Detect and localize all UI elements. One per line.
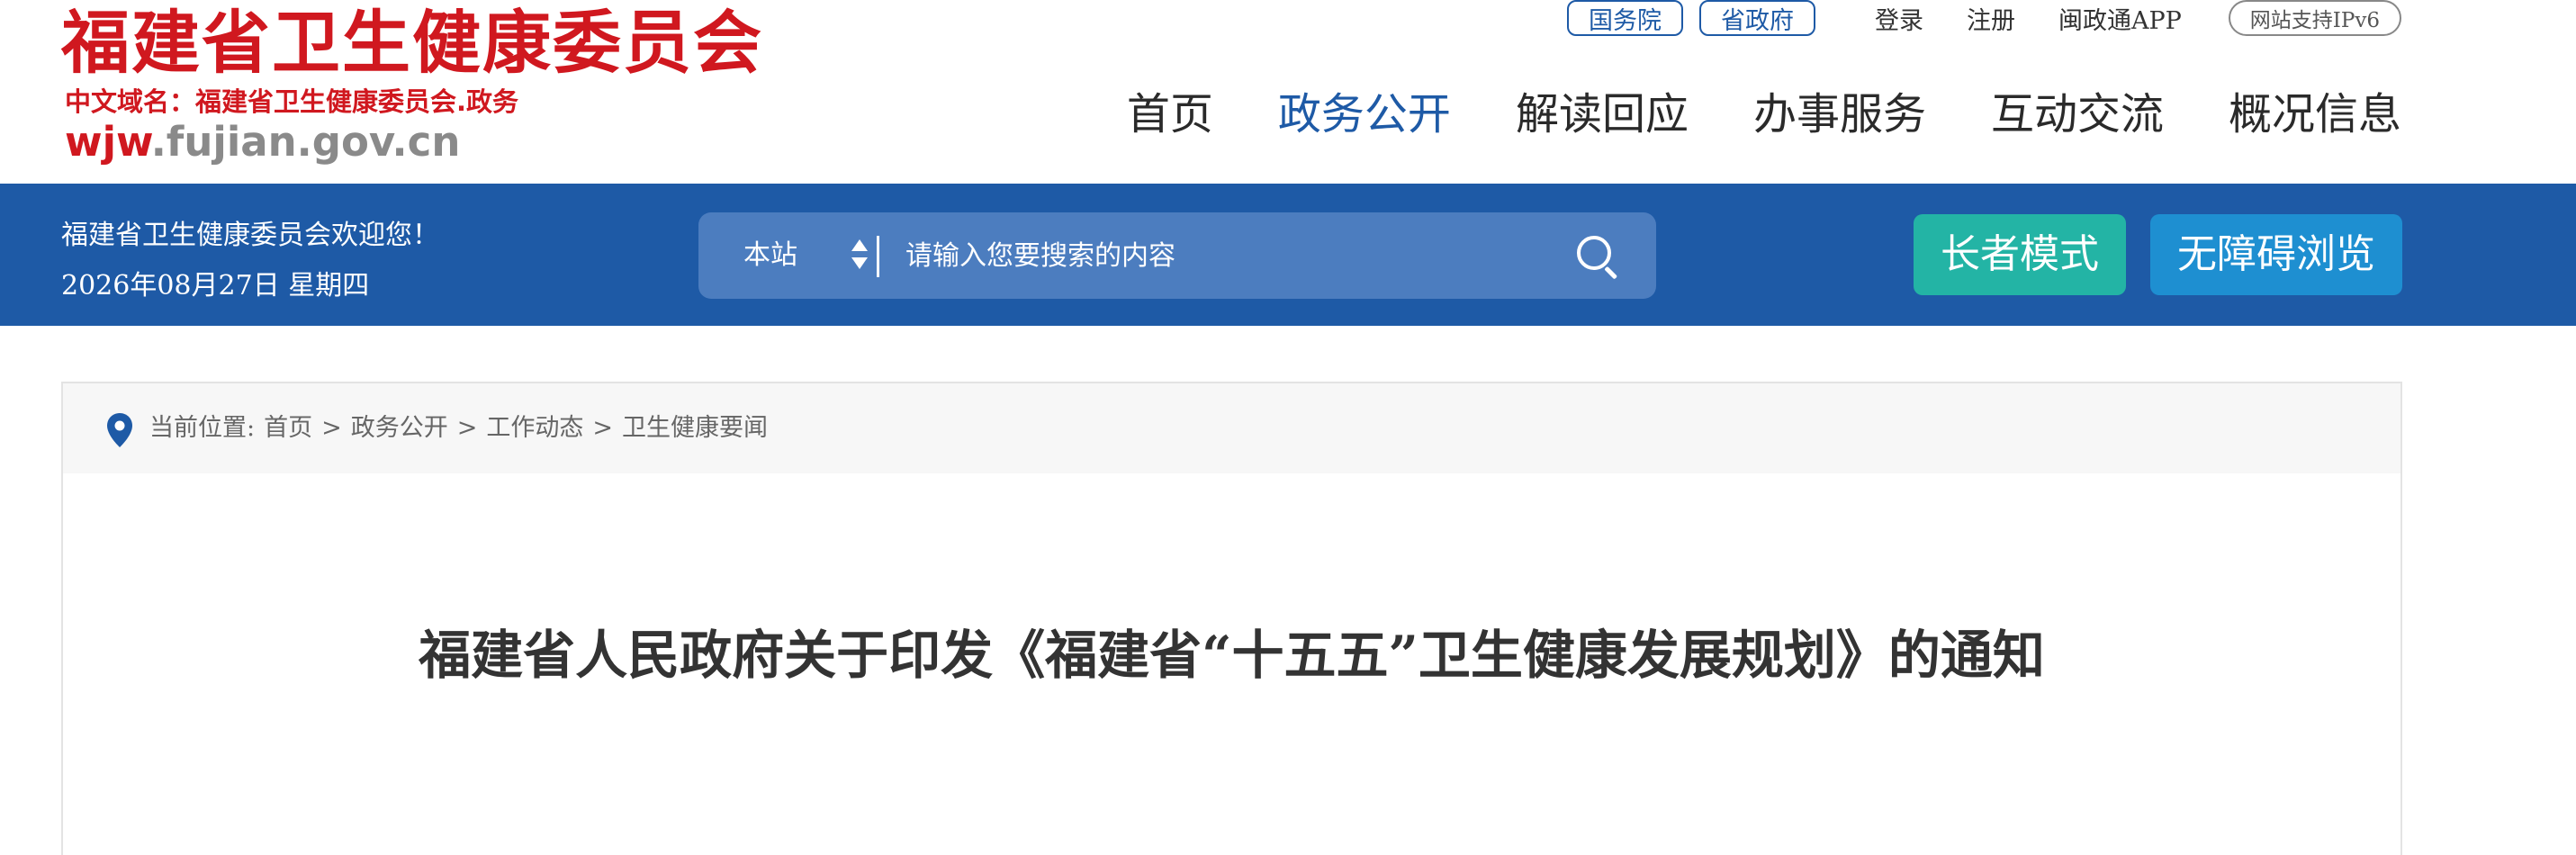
breadcrumb-gov-affairs[interactable]: 政务公开: [351, 383, 448, 473]
nav-services[interactable]: 办事服务: [1753, 83, 1926, 146]
location-pin-icon: [106, 412, 133, 448]
provincial-gov-link[interactable]: 省政府: [1698, 0, 1815, 36]
welcome-block: 福建省卫生健康委员会欢迎您！ 2026年08月27日 星期四: [61, 211, 439, 311]
search-input[interactable]: [905, 229, 1536, 283]
breadcrumb-bar: 当前位置: 首页 > 政务公开 > 工作动态 > 卫生健康要闻: [63, 383, 2400, 473]
nav-interaction[interactable]: 互动交流: [1991, 83, 2164, 146]
logo-subtitle: 中文域名：福建省卫生健康委员会.政务: [65, 86, 519, 117]
search-box: 本站: [698, 212, 1656, 299]
breadcrumb-separator: >: [456, 414, 478, 442]
nav-overview[interactable]: 概况信息: [2229, 83, 2401, 146]
article-container: 当前位置: 首页 > 政务公开 > 工作动态 > 卫生健康要闻 福建省人民政府关…: [61, 382, 2402, 855]
nav-gov-affairs[interactable]: 政务公开: [1278, 83, 1451, 146]
breadcrumb-home[interactable]: 首页: [264, 383, 312, 473]
login-link[interactable]: 登录: [1875, 1, 1923, 36]
site-logo[interactable]: 福建省卫生健康委员会 中文域名：福建省卫生健康委员会.政务 wjw.fujian…: [61, 4, 799, 166]
state-council-link[interactable]: 国务院: [1566, 0, 1683, 36]
search-scope-select[interactable]: 本站: [743, 212, 797, 299]
main-nav: 首页 政务公开 解读回应 办事服务 互动交流 概况信息: [1062, 83, 2401, 146]
logo-domain-prefix: wjw: [65, 118, 151, 166]
accessible-browse-button[interactable]: 无障碍浏览: [2150, 214, 2402, 295]
search-icon[interactable]: [1573, 232, 1620, 280]
site-header: 福建省卫生健康委员会 中文域名：福建省卫生健康委员会.政务 wjw.fujian…: [0, 0, 2576, 184]
breadcrumb: 当前位置: 首页 > 政务公开 > 工作动态 > 卫生健康要闻: [149, 383, 777, 473]
logo-title: 福建省卫生健康委员会: [61, 3, 763, 83]
current-date: 2026年08月27日 星期四: [61, 270, 370, 302]
app-link[interactable]: 闽政通APP: [2058, 1, 2182, 36]
ipv6-badge[interactable]: 网站支持IPv6: [2228, 0, 2401, 36]
breadcrumb-work-news[interactable]: 工作动态: [486, 383, 583, 473]
logo-domain: wjw.fujian.gov.cn: [65, 117, 460, 167]
register-link[interactable]: 注册: [1967, 1, 2015, 36]
logo-domain-rest: .fujian.gov.cn: [150, 118, 461, 166]
breadcrumb-separator: >: [321, 414, 342, 442]
utility-bar: 福建省卫生健康委员会欢迎您！ 2026年08月27日 星期四 本站 长者模式 无…: [0, 184, 2576, 326]
sort-arrows-icon[interactable]: [850, 238, 869, 274]
article-title: 福建省人民政府关于印发《福建省“十五五”卫生健康发展规划》的通知: [419, 625, 2045, 686]
breadcrumb-separator: >: [592, 414, 613, 442]
top-links: 国务院 省政府 登录 注册 闽政通APP 网站支持IPv6: [1566, 0, 2401, 36]
welcome-text: 福建省卫生健康委员会欢迎您！: [61, 220, 439, 251]
breadcrumb-health-news[interactable]: 卫生健康要闻: [622, 383, 768, 473]
nav-home[interactable]: 首页: [1127, 83, 1213, 146]
nav-interpretation[interactable]: 解读回应: [1516, 83, 1689, 146]
search-divider: [877, 236, 879, 277]
elder-mode-button[interactable]: 长者模式: [1914, 214, 2126, 295]
breadcrumb-prefix: 当前位置:: [149, 414, 256, 442]
